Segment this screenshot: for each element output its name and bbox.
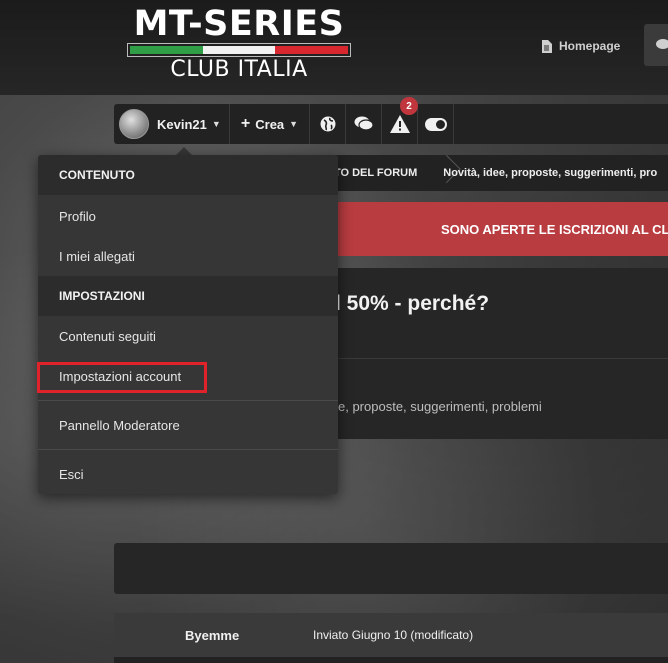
- plus-icon: +: [240, 115, 251, 132]
- nav-chat-button[interactable]: [644, 24, 668, 66]
- chat-icon: [656, 39, 668, 49]
- messages-button[interactable]: [346, 104, 382, 144]
- divider: [300, 358, 668, 359]
- logo-title: MT-SERIES: [133, 4, 345, 44]
- alerts-count-badge: 2: [400, 97, 418, 115]
- announcement-text: SONO APERTE LE ISCRIZIONI AL CL: [441, 221, 668, 237]
- user-menu-button[interactable]: Kevin21 ▼: [114, 104, 230, 144]
- menu-section-content: CONTENUTO: [38, 155, 338, 195]
- warning-icon: [389, 115, 410, 133]
- post-author[interactable]: Byemme: [185, 628, 239, 643]
- menu-item-profile[interactable]: Profilo: [38, 196, 338, 236]
- nav-homepage-label: Homepage: [559, 39, 621, 53]
- site-logo[interactable]: MT-SERIES CLUB ITALIA: [126, 6, 352, 82]
- logo-italian-flag-stripe: [127, 43, 351, 57]
- breadcrumb-item-category[interactable]: Novità, idee, proposte, suggerimenti, pr…: [431, 155, 668, 191]
- caret-down-icon: ▼: [289, 119, 299, 129]
- logo-subtitle: CLUB ITALIA: [170, 57, 308, 82]
- dropdown-pointer: [176, 147, 192, 155]
- menu-item-followed-content[interactable]: Contenuti seguiti: [38, 316, 338, 356]
- create-button[interactable]: + Crea ▼: [230, 104, 310, 144]
- menu-item-attachments[interactable]: I miei allegati: [38, 236, 338, 276]
- user-toolbar: Kevin21 ▼ + Crea ▼ 2: [114, 97, 668, 144]
- document-icon: [542, 39, 552, 53]
- breadcrumb: NTO DEL FORUM Novità, idee, proposte, su…: [300, 155, 668, 191]
- avatar: [119, 109, 149, 139]
- thread-forum-link[interactable]: e, proposte, suggerimenti, problemi: [338, 399, 542, 414]
- toggle-icon: [424, 117, 447, 131]
- create-label: Crea: [255, 116, 285, 132]
- menu-divider: [38, 400, 338, 401]
- menu-item-moderator-panel[interactable]: Pannello Moderatore: [38, 405, 338, 445]
- highlight-annotation: [37, 362, 207, 393]
- thread-header: l 50% - perché? e, proposte, suggeriment…: [300, 268, 668, 439]
- caret-down-icon: ▼: [211, 119, 221, 129]
- user-dropdown-menu: CONTENUTO Profilo I miei allegati IMPOST…: [38, 155, 338, 494]
- post-meta: Inviato Giugno 10 (modificato): [313, 628, 474, 642]
- menu-section-settings: IMPOSTAZIONI: [38, 276, 338, 316]
- theme-toggle-button[interactable]: [418, 104, 454, 144]
- menu-divider: [38, 449, 338, 450]
- thread-title: l 50% - perché?: [335, 292, 490, 315]
- post-header: Byemme Inviato Giugno 10 (modificato): [114, 613, 668, 657]
- announcement-banner: SONO APERTE LE ISCRIZIONI AL CL: [300, 202, 668, 256]
- menu-item-logout[interactable]: Esci: [38, 454, 338, 494]
- thread-actions-bar: [114, 543, 668, 594]
- post-body: [114, 657, 668, 663]
- alerts-button[interactable]: 2: [382, 97, 418, 144]
- site-header: MT-SERIES CLUB ITALIA Homepage: [0, 0, 668, 95]
- nav-homepage[interactable]: Homepage: [541, 36, 620, 56]
- username: Kevin21: [157, 116, 207, 132]
- comments-icon: [354, 116, 374, 131]
- globe-button[interactable]: [310, 104, 346, 144]
- globe-icon: [320, 116, 335, 132]
